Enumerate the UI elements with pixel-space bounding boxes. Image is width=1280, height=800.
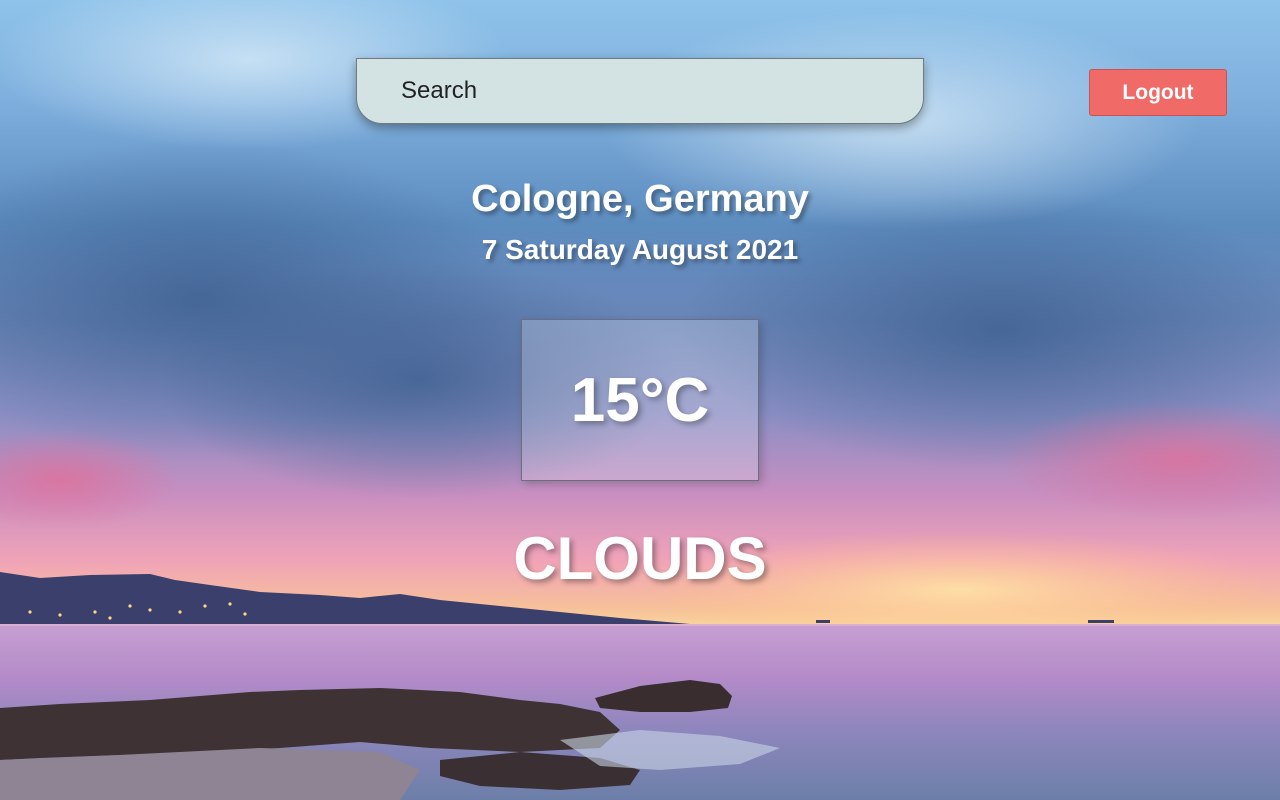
logout-button[interactable]: Logout — [1089, 69, 1227, 116]
weather-condition: CLOUDS — [513, 525, 767, 592]
temperature-value: 15°C — [570, 365, 710, 435]
search-bar — [356, 58, 924, 124]
date-label: 7 Saturday August 2021 — [481, 234, 799, 265]
location-title: Cologne, Germany — [471, 178, 809, 220]
temperature-card: 15°C — [521, 319, 759, 481]
search-input[interactable] — [356, 58, 924, 124]
